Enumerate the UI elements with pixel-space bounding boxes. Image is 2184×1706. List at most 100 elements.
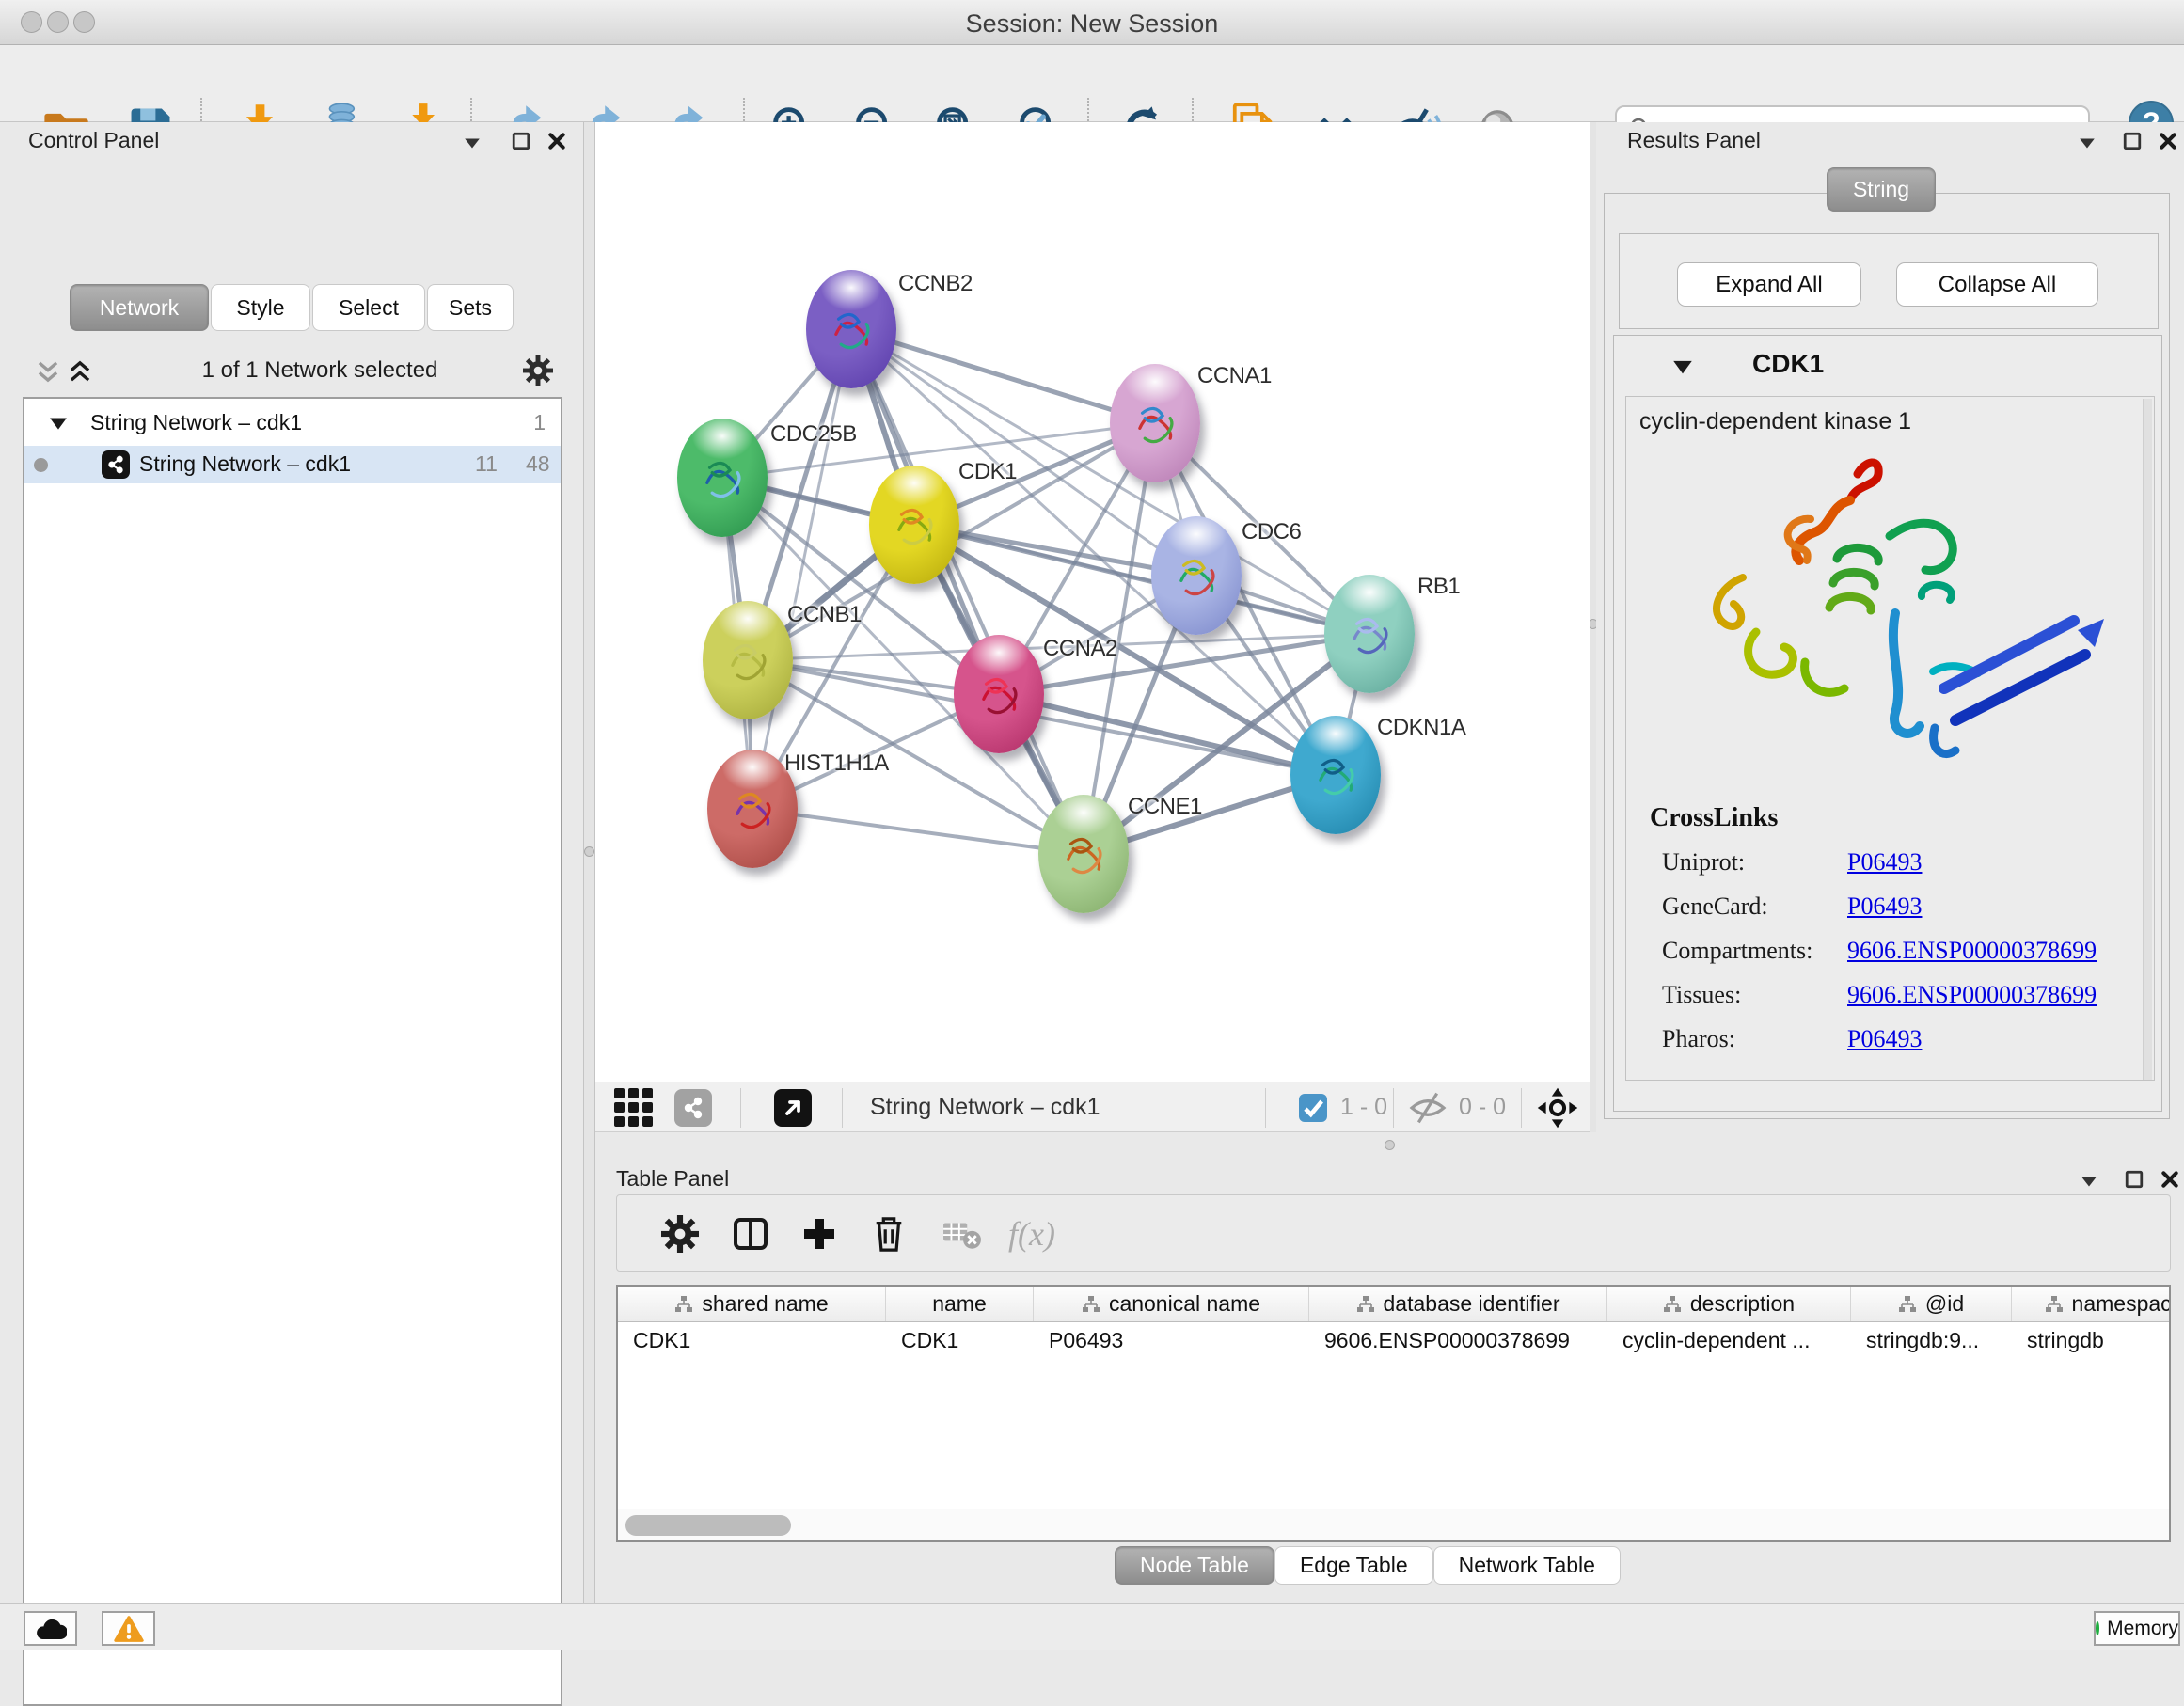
crosslink-link[interactable]: P06493 bbox=[1847, 892, 1922, 921]
table-header-row: shared namename canonical name database … bbox=[618, 1287, 2171, 1322]
tab-network[interactable]: Network bbox=[70, 284, 209, 331]
table-cell[interactable]: stringdb bbox=[2012, 1322, 2171, 1360]
tab-network-table[interactable]: Network Table bbox=[1433, 1546, 1621, 1585]
panel-menu-icon[interactable] bbox=[2080, 1172, 2098, 1191]
crosslink-label: Tissues: bbox=[1662, 981, 1741, 1009]
panel-menu-icon[interactable] bbox=[463, 134, 482, 152]
network-node-CCNB1[interactable] bbox=[703, 601, 793, 719]
horizontal-splitter-handle[interactable] bbox=[1385, 1140, 1395, 1150]
tab-sets[interactable]: Sets bbox=[427, 284, 514, 331]
grid-view-icon[interactable] bbox=[613, 1087, 655, 1129]
collapse-all-icon[interactable] bbox=[36, 359, 60, 384]
panel-menu-icon[interactable] bbox=[2078, 134, 2097, 152]
birdseye-navigator-icon[interactable] bbox=[1536, 1086, 1579, 1129]
selected-checkbox-icon[interactable] bbox=[1299, 1094, 1327, 1122]
panel-close-icon[interactable] bbox=[547, 132, 566, 150]
crosslink-link[interactable]: P06493 bbox=[1847, 848, 1922, 877]
left-splitter-handle[interactable] bbox=[584, 846, 594, 857]
column-header-database-identifier[interactable]: database identifier bbox=[1309, 1287, 1607, 1321]
network-status-dot bbox=[34, 458, 48, 472]
tab-style[interactable]: Style bbox=[211, 284, 310, 331]
cloud-status-button[interactable] bbox=[24, 1611, 77, 1646]
panel-float-icon[interactable] bbox=[2123, 132, 2142, 150]
network-collection-row[interactable]: String Network – cdk1 1 bbox=[24, 403, 561, 446]
column-header-namespace[interactable]: namespace bbox=[2012, 1287, 2171, 1321]
column-header-name[interactable]: name bbox=[886, 1287, 1034, 1321]
network-node-CDKN1A[interactable] bbox=[1290, 716, 1381, 834]
window-title: Session: New Session bbox=[0, 9, 2184, 39]
table-panel-title: Table Panel bbox=[616, 1166, 729, 1192]
column-header-description[interactable]: description bbox=[1607, 1287, 1851, 1321]
column-header-shared-name[interactable]: shared name bbox=[618, 1287, 886, 1321]
table-settings-button[interactable] bbox=[658, 1212, 702, 1256]
memory-label: Memory bbox=[2107, 1618, 2178, 1640]
selected-node-edge-counts: 1 - 0 bbox=[1340, 1094, 1387, 1121]
network-node-RB1[interactable] bbox=[1324, 575, 1415, 693]
column-tree-icon bbox=[1356, 1295, 1375, 1314]
crosslink-link[interactable]: 9606.ENSP00000378699 bbox=[1847, 981, 2097, 1009]
results-scrollbar[interactable] bbox=[2143, 399, 2152, 1080]
cytoscape-window: Session: New Session bbox=[0, 0, 2184, 1650]
panel-float-icon[interactable] bbox=[2125, 1170, 2144, 1189]
network-edge-count: 48 bbox=[526, 451, 550, 477]
tab-select[interactable]: Select bbox=[312, 284, 425, 331]
warnings-button[interactable] bbox=[102, 1611, 155, 1646]
column-header--id[interactable]: @id bbox=[1851, 1287, 2012, 1321]
main-toolbar: ? bbox=[0, 45, 2184, 122]
table-cell[interactable]: P06493 bbox=[1034, 1322, 1309, 1360]
memory-button[interactable]: Memory bbox=[2094, 1611, 2180, 1646]
hidden-eye-slash-icon bbox=[1408, 1091, 1448, 1125]
expand-all-icon[interactable] bbox=[68, 359, 92, 384]
table-cell[interactable]: 9606.ENSP00000378699 bbox=[1309, 1322, 1607, 1360]
node-label-CCNE1: CCNE1 bbox=[1128, 794, 1202, 820]
open-in-new-window-icon[interactable] bbox=[774, 1089, 812, 1127]
tab-edge-table[interactable]: Edge Table bbox=[1274, 1546, 1433, 1585]
cloud-icon bbox=[35, 1617, 67, 1641]
network-row-selected[interactable]: String Network – cdk1 11 48 bbox=[24, 446, 561, 483]
crosslink-link[interactable]: 9606.ENSP00000378699 bbox=[1847, 937, 2097, 965]
delete-column-button[interactable] bbox=[867, 1212, 910, 1256]
table-cell[interactable]: cyclin-dependent ... bbox=[1607, 1322, 1851, 1360]
panel-close-icon[interactable] bbox=[2159, 132, 2177, 150]
table-cell[interactable]: CDK1 bbox=[618, 1322, 886, 1360]
protein-ribbon-icon bbox=[1057, 821, 1110, 887]
table-cell[interactable]: stringdb:9... bbox=[1851, 1322, 2012, 1360]
table-row[interactable]: CDK1CDK1P064939606.ENSP00000378699cyclin… bbox=[618, 1322, 2171, 1360]
node-label-CCNB2: CCNB2 bbox=[898, 271, 973, 297]
add-column-button[interactable] bbox=[798, 1212, 841, 1256]
protein-structure-image bbox=[1653, 446, 2123, 796]
cdk1-entry: CDK1 cyclin-dependent kinase 1 bbox=[1613, 335, 2162, 1112]
table-cell[interactable]: CDK1 bbox=[886, 1322, 1034, 1360]
delete-table-button-disabled bbox=[941, 1212, 984, 1256]
gear-icon[interactable] bbox=[523, 355, 553, 386]
network-share-view-icon[interactable] bbox=[674, 1089, 712, 1127]
network-selection-summary: 1 of 1 Network selected bbox=[132, 357, 508, 384]
tree-expander-icon[interactable] bbox=[49, 416, 68, 431]
columns-icon bbox=[731, 1215, 770, 1253]
collapse-all-button[interactable]: Collapse All bbox=[1896, 262, 2098, 307]
network-node-count: 11 bbox=[475, 451, 498, 477]
network-node-CDK1[interactable] bbox=[869, 466, 959, 584]
entry-expander-icon[interactable] bbox=[1672, 358, 1693, 375]
table-hscrollbar[interactable] bbox=[618, 1509, 2169, 1540]
entry-detail: cyclin-dependent kinase 1 bbox=[1625, 396, 2155, 1081]
network-view-canvas[interactable]: CCNB2 CCNA1 CDC25B CDK1 CDC6 RB1 bbox=[595, 122, 1590, 1082]
network-node-CCNA1[interactable] bbox=[1110, 364, 1200, 482]
expand-all-button[interactable]: Expand All bbox=[1677, 262, 1861, 307]
network-node-CCNA2[interactable] bbox=[954, 635, 1044, 753]
table-hscrollbar-thumb[interactable] bbox=[625, 1515, 791, 1536]
tab-node-table[interactable]: Node Table bbox=[1115, 1546, 1274, 1585]
protein-ribbon-icon bbox=[721, 627, 774, 693]
network-node-CCNB2[interactable] bbox=[806, 270, 896, 388]
network-node-CDC6[interactable] bbox=[1151, 516, 1242, 635]
column-header-canonical-name[interactable]: canonical name bbox=[1034, 1287, 1309, 1321]
tab-string[interactable]: String bbox=[1827, 167, 1936, 212]
panel-float-icon[interactable] bbox=[512, 132, 530, 150]
panel-close-icon[interactable] bbox=[2160, 1170, 2179, 1189]
status-footer: Memory bbox=[0, 1603, 2184, 1650]
network-node-CCNE1[interactable] bbox=[1038, 795, 1129, 913]
left-splitter[interactable] bbox=[583, 122, 595, 1603]
show-columns-button[interactable] bbox=[729, 1212, 772, 1256]
network-node-CDC25B[interactable] bbox=[677, 419, 768, 537]
crosslink-link[interactable]: P06493 bbox=[1847, 1025, 1922, 1053]
